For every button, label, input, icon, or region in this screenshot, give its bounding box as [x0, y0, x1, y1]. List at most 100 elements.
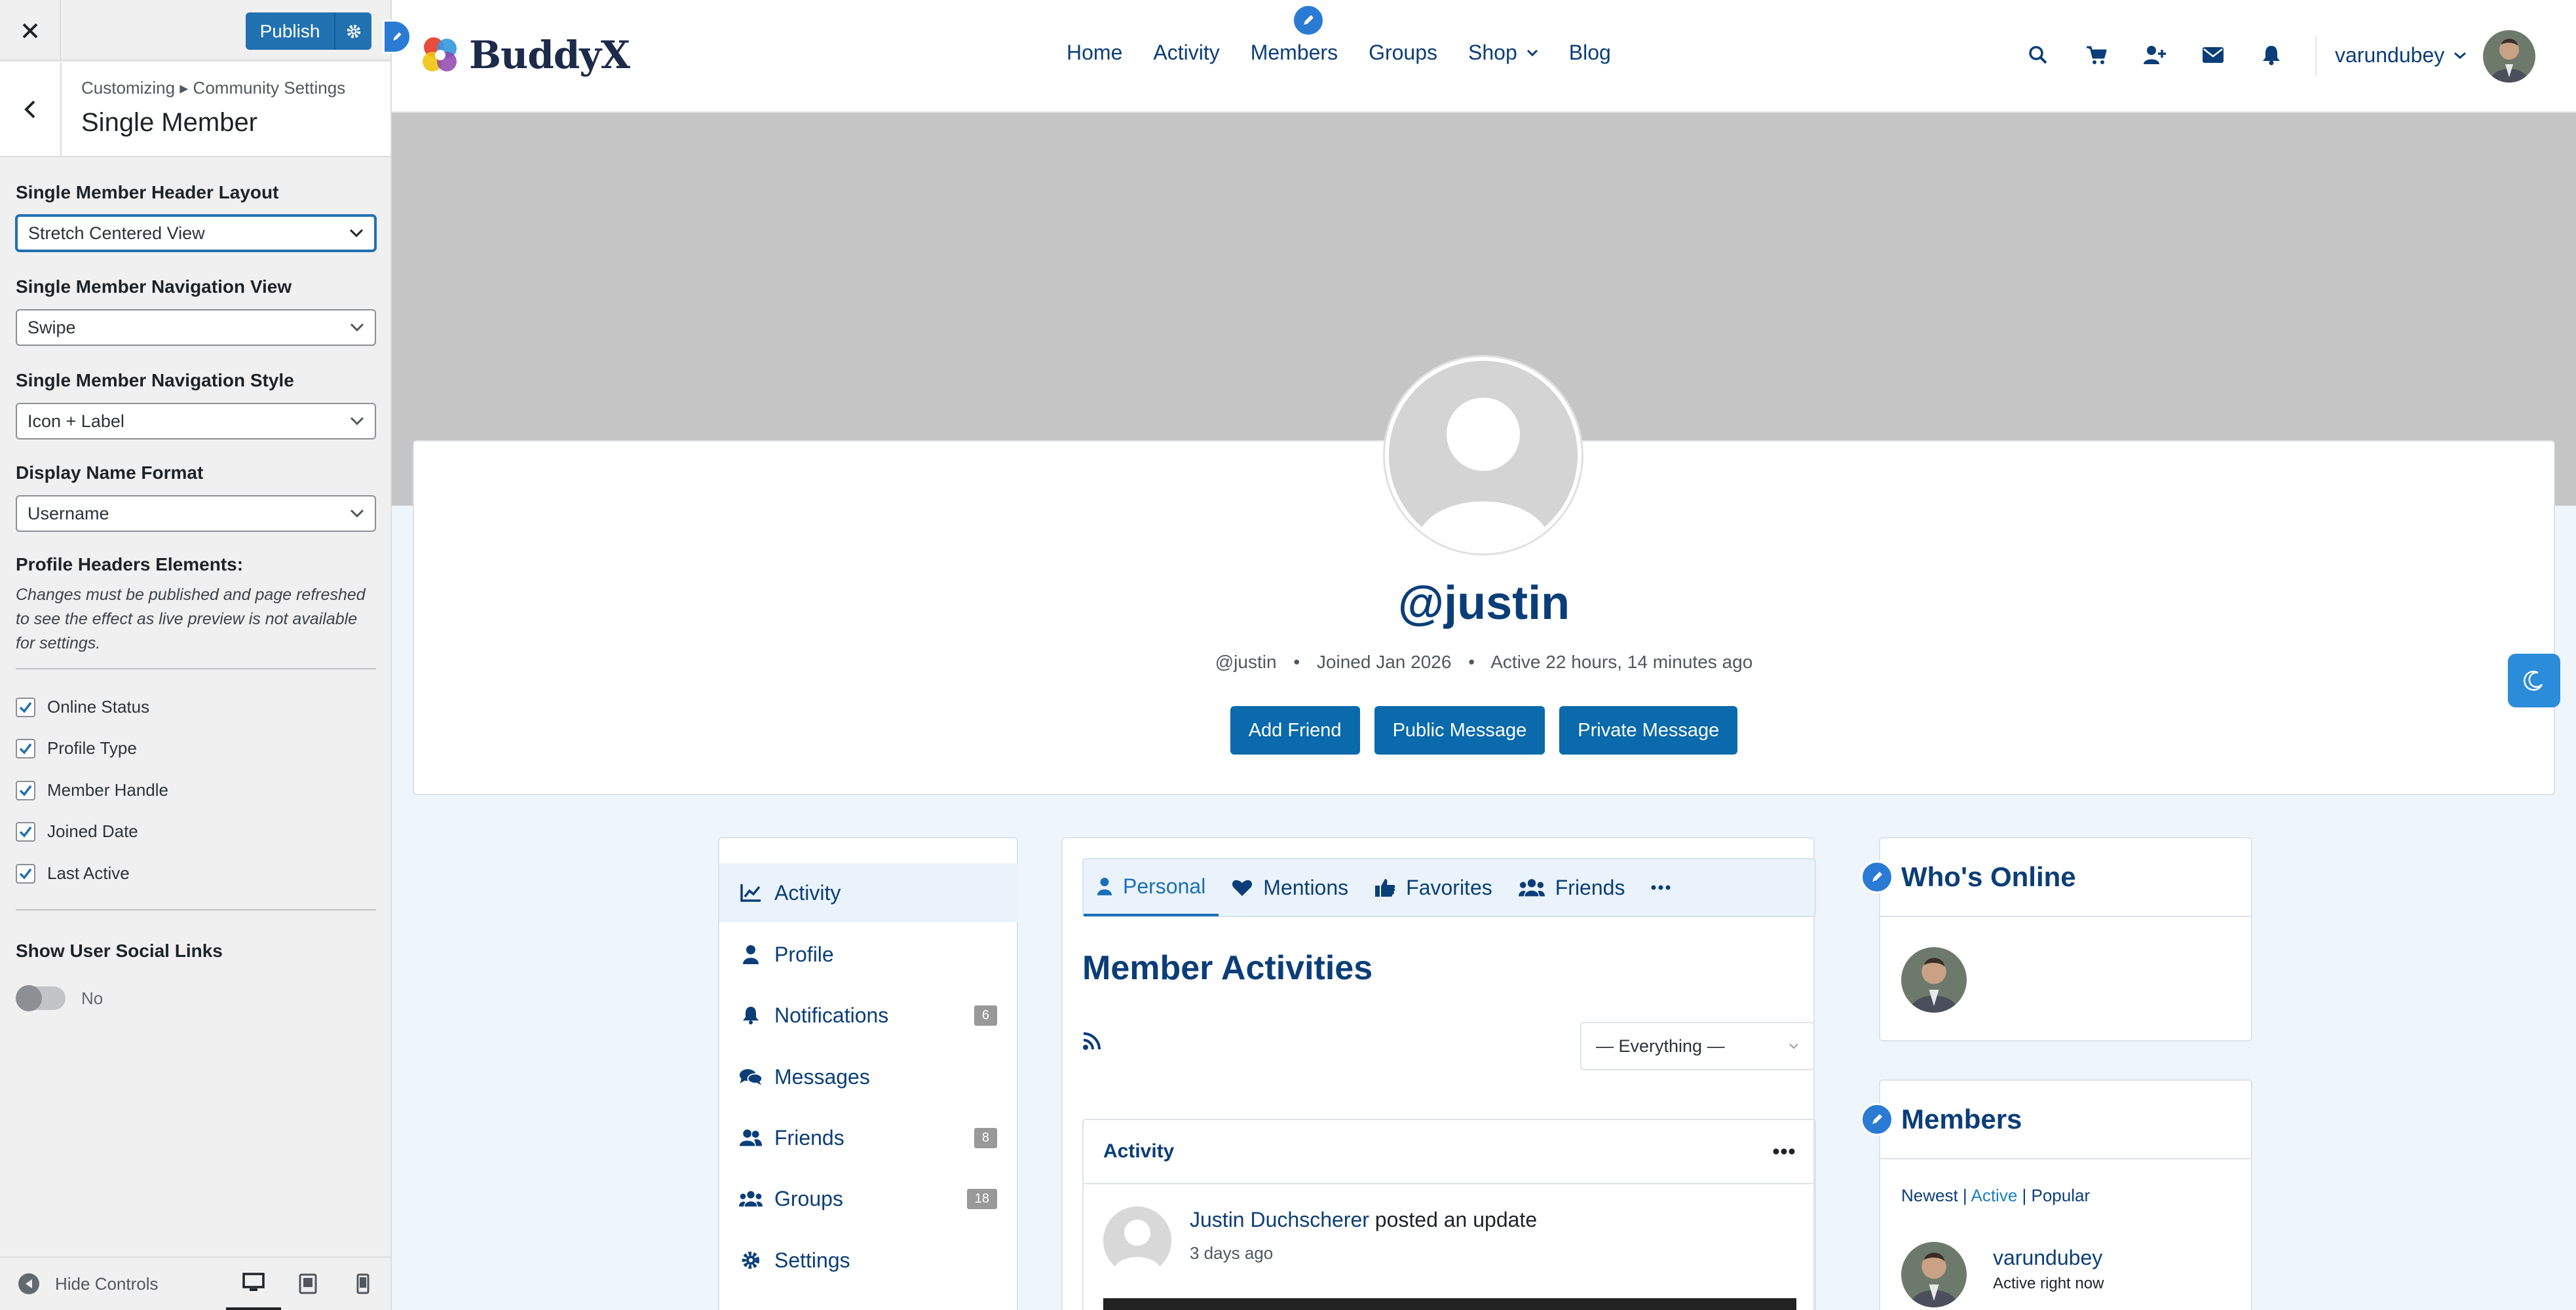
mobile-preview-button[interactable]	[335, 1257, 390, 1310]
site-logo[interactable]: BuddyX	[418, 33, 630, 77]
check-last-active[interactable]: Last Active	[16, 863, 130, 884]
nav-style-select[interactable]: Icon + Label	[16, 403, 376, 440]
more-horizontal-icon[interactable]	[1773, 1148, 1795, 1155]
nav-view-label: Single Member Navigation View	[16, 276, 292, 297]
profile-actions: Add Friend Public Message Private Messag…	[392, 706, 2576, 755]
activity-stream-title: Activity	[1103, 1140, 1175, 1162]
subnav-more-button[interactable]	[1638, 859, 1684, 916]
tablet-preview-button[interactable]	[281, 1257, 336, 1310]
activity-subnav: Personal Mentions Favorites Friends	[1082, 858, 1816, 917]
notifications-button[interactable]	[2258, 42, 2284, 68]
header-elements-field: Profile Headers Elements: Changes must b…	[16, 554, 376, 656]
nav-shop[interactable]: Shop	[1468, 41, 1538, 65]
public-message-button[interactable]: Public Message	[1374, 706, 1545, 755]
members-tab-newest[interactable]: Newest	[1901, 1186, 1958, 1205]
checkbox[interactable]	[16, 738, 35, 758]
back-button[interactable]	[0, 62, 62, 156]
add-friend-button[interactable]: Add Friend	[1230, 706, 1360, 755]
activity-author-link[interactable]: Justin Duchscherer	[1190, 1208, 1369, 1231]
member-nav-notifications[interactable]: Notifications 6	[719, 986, 1018, 1045]
chevron-left-icon	[24, 100, 35, 118]
private-message-button[interactable]: Private Message	[1559, 706, 1738, 755]
member-nav-label: Messages	[774, 1064, 870, 1089]
publish-button[interactable]: Publish	[246, 12, 335, 50]
social-links-toggle[interactable]	[16, 985, 66, 1011]
nav-view-select[interactable]: Swipe	[16, 309, 376, 346]
check-profile-type[interactable]: Profile Type	[16, 738, 137, 758]
check-online-status[interactable]: Online Status	[16, 697, 149, 717]
activity-filter-select[interactable]: — Everything —	[1580, 1022, 1815, 1070]
online-member-avatar[interactable]	[1901, 947, 1967, 1013]
members-tab-popular[interactable]: Popular	[2032, 1186, 2091, 1205]
nav-groups[interactable]: Groups	[1369, 41, 1437, 65]
member-nav-messages[interactable]: Messages	[719, 1047, 1018, 1106]
member-nav-activity[interactable]: Activity	[719, 863, 1018, 922]
checkbox[interactable]	[16, 697, 35, 717]
activity-stream: Activity Justin Duchscherer posted an up…	[1082, 1119, 1816, 1310]
messages-button[interactable]	[2200, 42, 2226, 68]
checkbox[interactable]	[16, 821, 35, 842]
member-avatar[interactable]	[1901, 1242, 1967, 1307]
check-label: Joined Date	[47, 821, 138, 841]
members-widget-title: Members	[1880, 1081, 2251, 1159]
check-member-handle[interactable]: Member Handle	[16, 780, 168, 800]
members-tab-active[interactable]: Active	[1971, 1186, 2017, 1205]
nav-view-field: Single Member Navigation View Swipe	[16, 276, 376, 346]
profile-avatar[interactable]	[1385, 357, 1582, 553]
divider	[16, 909, 376, 910]
header-icons	[2025, 42, 2317, 68]
member-nav-groups[interactable]: Groups 18	[719, 1169, 1018, 1228]
activity-media[interactable]	[1103, 1298, 1796, 1310]
avatar-photo	[1901, 1242, 1967, 1307]
chart-line-icon	[739, 883, 763, 903]
member-nav-friends[interactable]: Friends 8	[719, 1108, 1018, 1167]
edit-widget-shortcut[interactable]	[1861, 1103, 1893, 1136]
activity-timestamp[interactable]: 3 days ago	[1190, 1243, 1273, 1263]
moon-icon	[2524, 671, 2543, 691]
desktop-icon	[242, 1272, 265, 1291]
cart-button[interactable]	[2083, 42, 2110, 68]
nav-home[interactable]: Home	[1067, 41, 1122, 65]
subnav-friends[interactable]: Friends	[1506, 859, 1638, 916]
hide-controls-button[interactable]: Hide Controls	[18, 1273, 226, 1294]
nav-blog[interactable]: Blog	[1569, 41, 1611, 65]
header-layout-select[interactable]: Stretch Centered View	[16, 215, 376, 252]
friend-requests-button[interactable]	[2142, 42, 2168, 68]
display-name-select[interactable]: Username	[16, 495, 376, 532]
rss-feed-link[interactable]	[1082, 1031, 1102, 1051]
checkbox[interactable]	[16, 780, 35, 800]
nav-activity[interactable]: Activity	[1153, 41, 1219, 65]
header-separator	[2315, 37, 2317, 76]
member-nav-settings[interactable]: Settings	[719, 1231, 1018, 1290]
user-group-icon	[739, 1189, 763, 1208]
desktop-preview-button[interactable]	[225, 1257, 281, 1310]
nav-style-field: Single Member Navigation Style Icon + La…	[16, 370, 376, 440]
subnav-favorites[interactable]: Favorites	[1361, 859, 1506, 916]
chevron-down-icon	[1789, 1043, 1798, 1049]
breadcrumb: Customizing ▸ Community Settings	[81, 78, 346, 98]
user-avatar[interactable]	[2483, 30, 2535, 83]
subnav-label: Personal	[1123, 874, 1206, 898]
notifications-count-badge: 6	[974, 1005, 997, 1026]
nav-members[interactable]: Members	[1251, 41, 1338, 65]
user-menu-toggle[interactable]: varundubey	[2335, 43, 2467, 67]
member-nav-profile[interactable]: Profile	[719, 925, 1018, 984]
activity-author-avatar[interactable]	[1103, 1207, 1171, 1275]
tablet-icon	[299, 1273, 317, 1294]
member-name-link[interactable]: varundubey	[1993, 1246, 2102, 1270]
subnav-personal[interactable]: Personal	[1084, 859, 1219, 916]
checkbox[interactable]	[16, 863, 35, 884]
dark-mode-toggle[interactable]	[2508, 654, 2560, 707]
chevron-down-icon	[350, 323, 364, 332]
checkmark-icon	[19, 702, 32, 713]
activities-heading: Member Activities	[1082, 949, 1373, 987]
edit-menu-shortcut[interactable]	[1292, 4, 1325, 37]
member-nav-label: Activity	[774, 880, 841, 905]
search-button[interactable]	[2025, 42, 2051, 68]
edit-widget-shortcut[interactable]	[1861, 861, 1893, 893]
check-joined-date[interactable]: Joined Date	[16, 821, 138, 842]
subnav-mentions[interactable]: Mentions	[1219, 859, 1361, 916]
customizer-footer: Hide Controls	[0, 1256, 390, 1310]
publish-settings-button[interactable]	[335, 12, 371, 50]
close-customizer-button[interactable]	[0, 0, 61, 61]
